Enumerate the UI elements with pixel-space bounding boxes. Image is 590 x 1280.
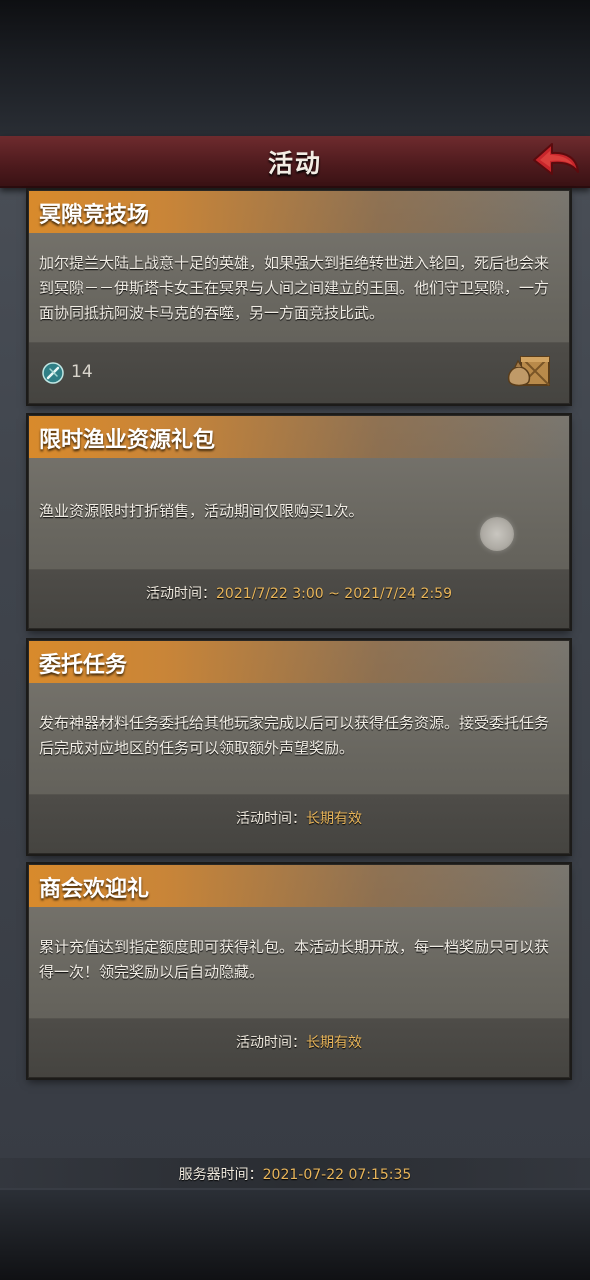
time-value: 长期有效 xyxy=(306,1035,362,1051)
card-description: 渔业资源限时打折销售，活动期间仅限购买1次。 xyxy=(39,502,364,520)
back-arrow-icon xyxy=(533,143,579,175)
reward-bag-crate-icon xyxy=(507,356,550,387)
touch-indicator xyxy=(480,517,514,551)
activity-card-commission[interactable]: 委托任务 发布神器材料任务委托给其他玩家完成以后可以获得任务资源。接受委托任务后… xyxy=(28,640,570,854)
time-value: 长期有效 xyxy=(306,811,362,827)
server-time-value: 2021-07-22 07:15:35 xyxy=(262,1167,412,1183)
activity-time: 活动时间：长期有效 xyxy=(29,1032,569,1052)
card-footer: 活动时间：长期有效 xyxy=(29,794,569,853)
card-title-bar: 商会欢迎礼 xyxy=(29,865,569,907)
page-title: 活动 xyxy=(267,149,322,178)
reward-button[interactable] xyxy=(505,351,553,391)
bottom-background xyxy=(0,1190,590,1280)
activity-time: 活动时间：2021/7/22 3:00 ~ 2021/7/24 2:59 xyxy=(29,583,569,603)
card-title: 商会欢迎礼 xyxy=(39,877,150,902)
card-title: 限时渔业资源礼包 xyxy=(39,428,216,453)
activity-time: 活动时间：长期有效 xyxy=(29,808,569,828)
card-description: 累计充值达到指定额度即可获得礼包。本活动长期开放，每一档奖励只可以获得一次！领完… xyxy=(39,938,550,981)
activity-card-arena[interactable]: 冥隙竞技场 加尔提兰大陆上战意十足的英雄，如果强大到拒绝转世进入轮回，死后也会来… xyxy=(28,190,570,404)
back-button[interactable] xyxy=(530,140,582,180)
time-label: 活动时间： xyxy=(236,1035,306,1051)
card-title-bar: 委托任务 xyxy=(29,641,569,683)
card-title: 冥隙竞技场 xyxy=(39,203,150,228)
card-title: 委托任务 xyxy=(39,653,128,678)
card-footer: 活动时间：2021/7/22 3:00 ~ 2021/7/24 2:59 xyxy=(29,569,569,628)
card-footer: 14 xyxy=(29,342,569,403)
card-description: 发布神器材料任务委托给其他玩家完成以后可以获得任务资源。接受委托任务后完成对应地… xyxy=(39,714,550,757)
card-footer: 活动时间：长期有效 xyxy=(29,1018,569,1077)
card-title-bar: 限时渔业资源礼包 xyxy=(29,416,569,458)
time-value: 2021/7/22 3:00 ~ 2021/7/24 2:59 xyxy=(216,586,452,602)
arena-ticket-icon xyxy=(42,362,64,384)
card-title-bar: 冥隙竞技场 xyxy=(29,191,569,233)
ticket-count: 14 xyxy=(71,362,93,382)
time-label: 活动时间： xyxy=(236,811,306,827)
server-time: 服务器时间：2021-07-22 07:15:35 xyxy=(0,1164,590,1184)
header-bar: 活动 xyxy=(0,136,590,188)
top-background xyxy=(0,0,590,140)
time-label: 活动时间： xyxy=(146,586,216,602)
server-time-label: 服务器时间： xyxy=(178,1167,263,1183)
activity-card-welcome-gift[interactable]: 商会欢迎礼 累计充值达到指定额度即可获得礼包。本活动长期开放，每一档奖励只可以获… xyxy=(28,864,570,1078)
card-description: 加尔提兰大陆上战意十足的英雄，如果强大到拒绝转世进入轮回，死后也会来到冥隙－－伊… xyxy=(39,254,550,322)
